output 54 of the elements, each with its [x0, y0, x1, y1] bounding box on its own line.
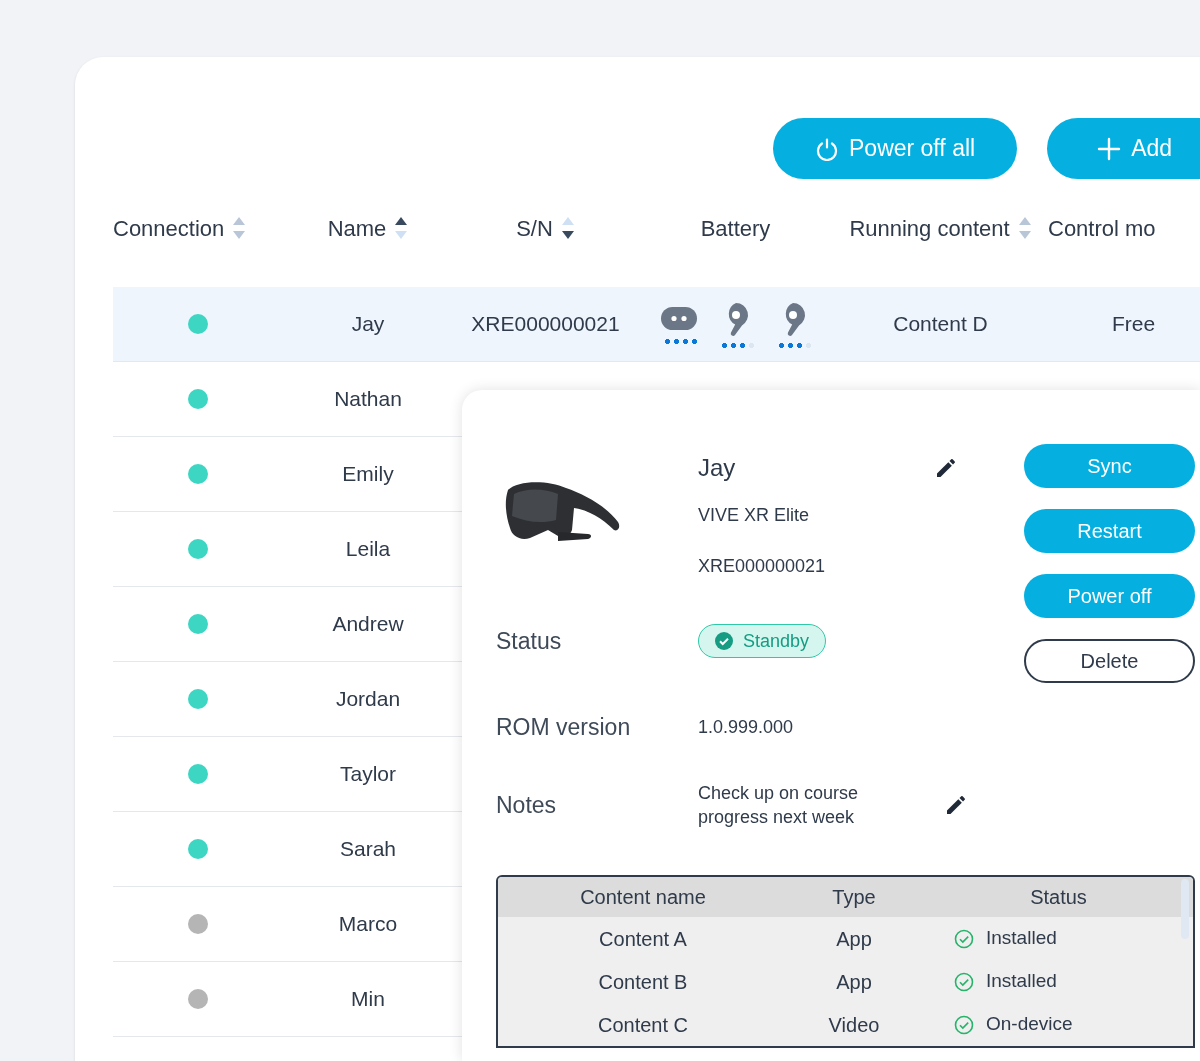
column-header[interactable]: Name	[327, 211, 387, 245]
check-icon	[715, 632, 733, 650]
delete-button[interactable]: Delete	[1024, 639, 1195, 683]
table-cell-text: Emily	[342, 461, 394, 488]
column-header[interactable]: Control mo	[1048, 211, 1156, 245]
column-header: Content name	[579, 885, 707, 910]
table-cell-text: Installed	[986, 926, 1057, 951]
table-cell-text: App	[835, 926, 873, 952]
column-header[interactable]: Running content	[849, 211, 1010, 245]
table-cell-text: Content B	[597, 969, 689, 995]
status-badge: Standby	[698, 624, 827, 658]
table-cell-text: Free	[1112, 311, 1156, 338]
table-cell-text: Marco	[338, 911, 398, 938]
table-cell-text: App	[835, 969, 873, 995]
table-cell-text: Andrew	[332, 611, 404, 638]
column-header: Status	[1029, 885, 1088, 910]
device-model: VIVE XR Elite	[698, 504, 811, 527]
table-cell-text: Video	[827, 1012, 881, 1038]
scrollbar-thumb[interactable]	[1181, 879, 1189, 939]
plus-icon	[1097, 136, 1122, 161]
table-cell-text: Installed	[986, 969, 1057, 994]
field-label: Notes	[496, 790, 558, 820]
table-cell-text: Content A	[598, 926, 688, 952]
check-circle-icon	[954, 928, 974, 949]
table-cell-text: On-device	[986, 1012, 1073, 1037]
sort-icon[interactable]	[394, 216, 409, 240]
column-header[interactable]: Connection	[113, 211, 225, 245]
table-cell-text: Leila	[345, 536, 391, 563]
table-cell-text: Jordan	[335, 686, 401, 713]
table-cell-text: Nathan	[334, 386, 402, 413]
check-circle-icon	[954, 1014, 974, 1035]
field-label: Status	[496, 626, 563, 656]
sort-icon[interactable]	[560, 216, 575, 240]
column-header[interactable]: Battery	[700, 211, 771, 245]
edit-icon[interactable]	[934, 456, 958, 480]
table-cell-text: XRE000000021	[471, 311, 620, 338]
field-value: 1.0.999.000	[698, 715, 794, 739]
table-cell-text: Content C	[596, 1012, 690, 1038]
table-cell-text: Content D	[893, 311, 988, 338]
power-icon	[815, 136, 839, 161]
selected-table-row[interactable]: Jay XRE000000021 Content D Free	[113, 287, 1200, 362]
device-serial: XRE000000021	[698, 555, 827, 578]
notes-text: Check up on course progress next week	[698, 782, 860, 829]
check-circle-icon	[954, 971, 974, 992]
table-cell-text: Sarah	[339, 836, 396, 863]
edit-icon[interactable]	[944, 793, 968, 817]
column-header[interactable]: S/N	[516, 211, 553, 245]
table-cell-text: Min	[351, 986, 385, 1013]
headset-icon	[659, 304, 698, 333]
table-cell-text: Taylor	[340, 761, 396, 788]
field-label: ROM version	[496, 712, 632, 742]
table-cell-text: Jay	[351, 311, 385, 338]
column-header: Type	[831, 885, 877, 910]
device-name: Jay	[698, 453, 736, 483]
